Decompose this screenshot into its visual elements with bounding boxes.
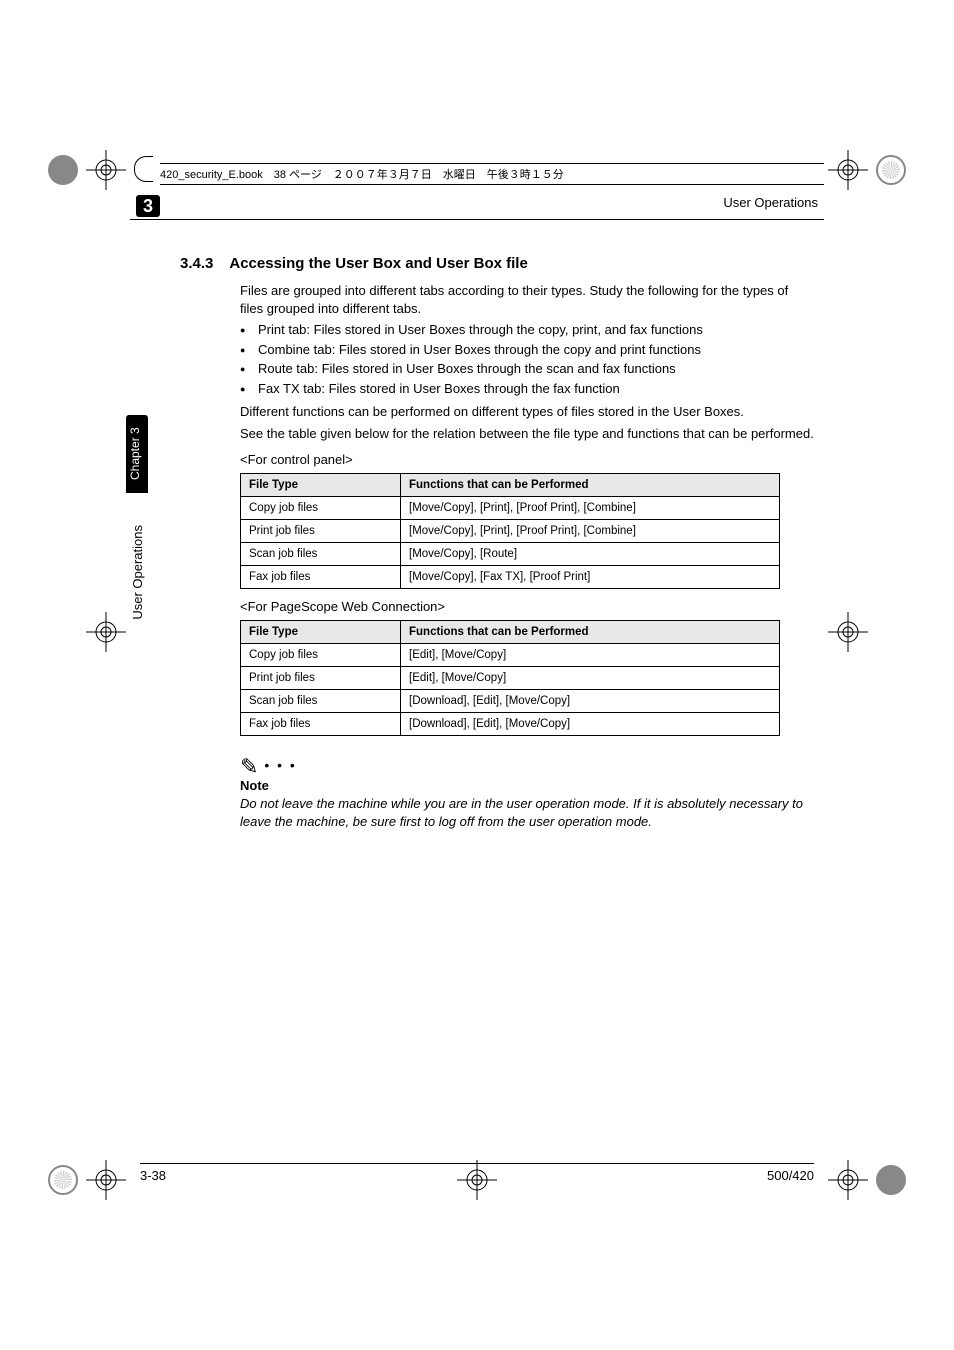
chapter-badge: 3 (136, 195, 160, 217)
reg-mark-mr (828, 612, 868, 652)
table-row: Copy job files[Move/Copy], [Print], [Pro… (241, 497, 780, 520)
side-chapter-label: Chapter 3 (128, 428, 142, 481)
crop-disc-tl (48, 155, 78, 185)
section-heading: 3.4.3 Accessing the User Box and User Bo… (180, 255, 814, 272)
crop-disc-bl (48, 1165, 78, 1195)
tab-bullet-list: Print tab: Files stored in User Boxes th… (240, 321, 814, 397)
page-header: 3 User Operations (130, 195, 824, 220)
note-block: ✎ • • • Note Do not leave the machine wh… (240, 750, 814, 830)
table-row: Scan job files[Download], [Edit], [Move/… (241, 690, 780, 713)
reg-mark-bl (86, 1160, 126, 1200)
running-header: User Operations (723, 195, 818, 217)
table-header: File Type (241, 621, 401, 644)
footer-model: 500/420 (767, 1168, 814, 1183)
section-number: 3.4.3 (180, 255, 213, 272)
note-text: Do not leave the machine while you are i… (240, 795, 814, 830)
chapter-number: 3 (143, 196, 153, 217)
paragraph: Different functions can be performed on … (240, 403, 814, 421)
table-row: Print job files[Move/Copy], [Print], [Pr… (241, 520, 780, 543)
crop-disc-br (876, 1165, 906, 1195)
pagescope-table: File Type Functions that can be Performe… (240, 620, 780, 736)
subheading-pagescope: <For PageScope Web Connection> (240, 599, 814, 614)
book-header-text: 420_security_E.book 38 ページ ２００７年３月７日 水曜日… (160, 169, 564, 181)
table-row: Scan job files[Move/Copy], [Route] (241, 543, 780, 566)
table-row: Copy job files[Edit], [Move/Copy] (241, 644, 780, 667)
table-header: Functions that can be Performed (401, 621, 780, 644)
table-row: Print job files[Edit], [Move/Copy] (241, 667, 780, 690)
note-dots: • • • (258, 757, 296, 773)
crop-disc-tr (876, 155, 906, 185)
table-header: Functions that can be Performed (401, 474, 780, 497)
footer-page-number: 3-38 (140, 1168, 166, 1183)
reg-mark-br (828, 1160, 868, 1200)
side-tab-chapter: Chapter 3 (126, 415, 148, 493)
table-header: File Type (241, 474, 401, 497)
reg-mark-tr (828, 150, 868, 190)
list-item: Print tab: Files stored in User Boxes th… (240, 321, 814, 339)
subheading-control-panel: <For control panel> (240, 452, 814, 467)
control-panel-table: File Type Functions that can be Performe… (240, 473, 780, 589)
book-file-header: 420_security_E.book 38 ページ ２００７年３月７日 水曜日… (160, 163, 824, 185)
table-row: Fax job files[Move/Copy], [Fax TX], [Pro… (241, 566, 780, 589)
section-title: Accessing the User Box and User Box file (229, 255, 527, 272)
table-row: Fax job files[Download], [Edit], [Move/C… (241, 713, 780, 736)
intro-paragraph: Files are grouped into different tabs ac… (240, 282, 814, 317)
note-icon: ✎ (240, 754, 258, 780)
reg-mark-ml (86, 612, 126, 652)
list-item: Route tab: Files stored in User Boxes th… (240, 360, 814, 378)
page-footer: 3-38 500/420 (140, 1163, 814, 1183)
list-item: Fax TX tab: Files stored in User Boxes t… (240, 380, 814, 398)
table-header-row: File Type Functions that can be Performe… (241, 474, 780, 497)
note-label: Note (240, 778, 814, 793)
side-section-label: User Operations (130, 525, 145, 620)
table-header-row: File Type Functions that can be Performe… (241, 621, 780, 644)
list-item: Combine tab: Files stored in User Boxes … (240, 341, 814, 359)
reg-mark-tl (86, 150, 126, 190)
paragraph: See the table given below for the relati… (240, 425, 814, 443)
